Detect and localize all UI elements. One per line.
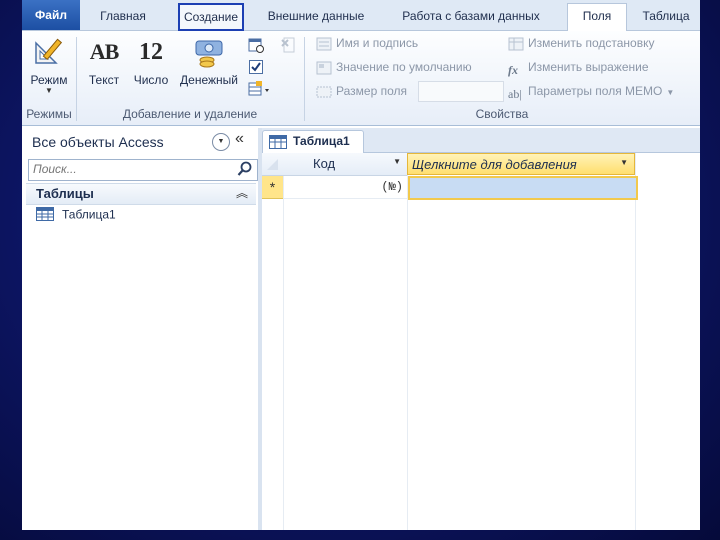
text-field-button[interactable]: AB Текст — [84, 35, 124, 87]
tab-home[interactable]: Главная — [88, 4, 158, 28]
nav-item-label: Таблица1 — [62, 207, 116, 222]
design-view-icon — [26, 35, 72, 69]
ribbon-tab-bar: Файл Главная Создание Внешние данные Раб… — [22, 0, 700, 31]
column-header-id[interactable]: Код ▼ — [283, 153, 407, 176]
select-all-corner[interactable] — [262, 153, 283, 176]
column-dropdown-icon[interactable]: ▼ — [620, 158, 628, 167]
name-caption-button[interactable]: Имя и подпись — [316, 34, 418, 52]
modify-lookups-button[interactable]: Изменить подстановку — [508, 34, 654, 52]
group-label-properties: Свойства — [475, 107, 529, 121]
dropdown-arrow-icon: ▼ — [45, 86, 53, 95]
view-button[interactable]: Режим ▼ — [26, 35, 72, 95]
yes-no-field-icon[interactable] — [248, 59, 266, 77]
function-fx-icon: fx — [508, 62, 518, 77]
field-size-button: Размер поля — [316, 82, 407, 100]
collapse-group-icon[interactable]: ︽ — [236, 184, 248, 201]
tab-database-tools[interactable]: Работа с базами данных — [390, 4, 552, 28]
column-dropdown-icon[interactable]: ▼ — [393, 157, 401, 166]
modify-lookups-icon — [508, 37, 524, 51]
search-icon[interactable] — [237, 161, 253, 182]
name-caption-icon — [316, 37, 332, 51]
view-button-label: Режим — [30, 73, 68, 87]
number-field-button[interactable]: 12 Число — [130, 35, 172, 88]
nav-title: Все объекты Access — [32, 134, 164, 150]
access-window: Файл Главная Создание Внешние данные Раб… — [22, 0, 700, 530]
click-to-add-label: Щелкните для добавления — [412, 157, 577, 172]
document-area: Таблица1 Код ▼ Щелкните для добавления ▼… — [262, 128, 700, 530]
nav-header[interactable]: Все объекты Access ▼ « — [22, 128, 258, 156]
new-record-selector[interactable]: * — [262, 176, 283, 199]
tab-external-data[interactable]: Внешние данные — [254, 4, 378, 28]
grid-line — [635, 153, 636, 530]
group-label-add-delete: Добавление и удаление — [122, 107, 258, 121]
autonumber-placeholder: (№) — [381, 180, 403, 194]
tab-table[interactable]: Таблица — [632, 4, 700, 28]
nav-search-box[interactable] — [28, 159, 258, 181]
column-header-label: Код — [313, 156, 336, 171]
more-fields-icon[interactable] — [248, 81, 274, 99]
tab-file[interactable]: Файл — [22, 0, 80, 30]
delete-field-icon[interactable] — [280, 37, 298, 55]
group-label-views: Режимы — [26, 107, 72, 121]
navigation-pane: Все объекты Access ▼ « Таблицы ︽ Таблица… — [22, 128, 262, 530]
nav-group-tables[interactable]: Таблицы ︽ — [26, 183, 256, 205]
number-field-icon: 12 — [139, 38, 163, 65]
grid-line — [407, 153, 408, 530]
new-record-add-cell[interactable] — [408, 176, 638, 200]
number-field-label: Число — [133, 73, 169, 87]
nav-item-table1[interactable]: Таблица1 — [36, 207, 116, 225]
nav-group-label: Таблицы — [36, 186, 94, 201]
currency-field-icon — [176, 35, 242, 69]
dropdown-arrow-icon: ▼ — [666, 88, 675, 97]
field-size-icon — [316, 85, 332, 99]
modify-expression-button[interactable]: fx Изменить выражение — [508, 58, 649, 77]
memo-ab-icon: ab| — [508, 86, 522, 101]
column-header-click-to-add[interactable]: Щелкните для добавления ▼ — [407, 153, 635, 175]
table-icon — [36, 207, 54, 224]
text-field-label: Текст — [88, 73, 120, 87]
date-time-field-icon[interactable] — [248, 37, 266, 55]
grid-line — [283, 153, 284, 530]
datasheet-grid: Код ▼ Щелкните для добавления ▼ * (№) — [262, 153, 700, 530]
new-record-id-cell[interactable]: (№) — [283, 176, 407, 199]
collapse-pane-icon[interactable]: « — [235, 130, 244, 148]
tab-create[interactable]: Создание — [178, 3, 244, 31]
text-field-icon: AB — [89, 39, 120, 64]
default-value-button[interactable]: Значение по умолчанию — [316, 58, 472, 76]
tab-fields[interactable]: Поля — [567, 3, 627, 31]
currency-field-button[interactable]: Денежный — [176, 35, 242, 87]
search-input[interactable] — [29, 160, 227, 178]
document-tab-table1[interactable]: Таблица1 — [262, 130, 364, 153]
document-tab-strip: Таблица1 — [262, 128, 700, 153]
table-icon — [269, 135, 287, 154]
memo-settings-button[interactable]: ab| Параметры поля MEMO ▼ — [508, 82, 675, 101]
default-value-icon — [316, 61, 332, 75]
currency-field-label: Денежный — [180, 73, 238, 87]
nav-menu-dropdown-icon[interactable]: ▼ — [212, 133, 230, 151]
field-size-input[interactable] — [418, 81, 504, 102]
ribbon: Режим ▼ AB Текст 12 Число Денежный Имя и… — [22, 31, 700, 126]
document-tab-label: Таблица1 — [293, 134, 350, 148]
